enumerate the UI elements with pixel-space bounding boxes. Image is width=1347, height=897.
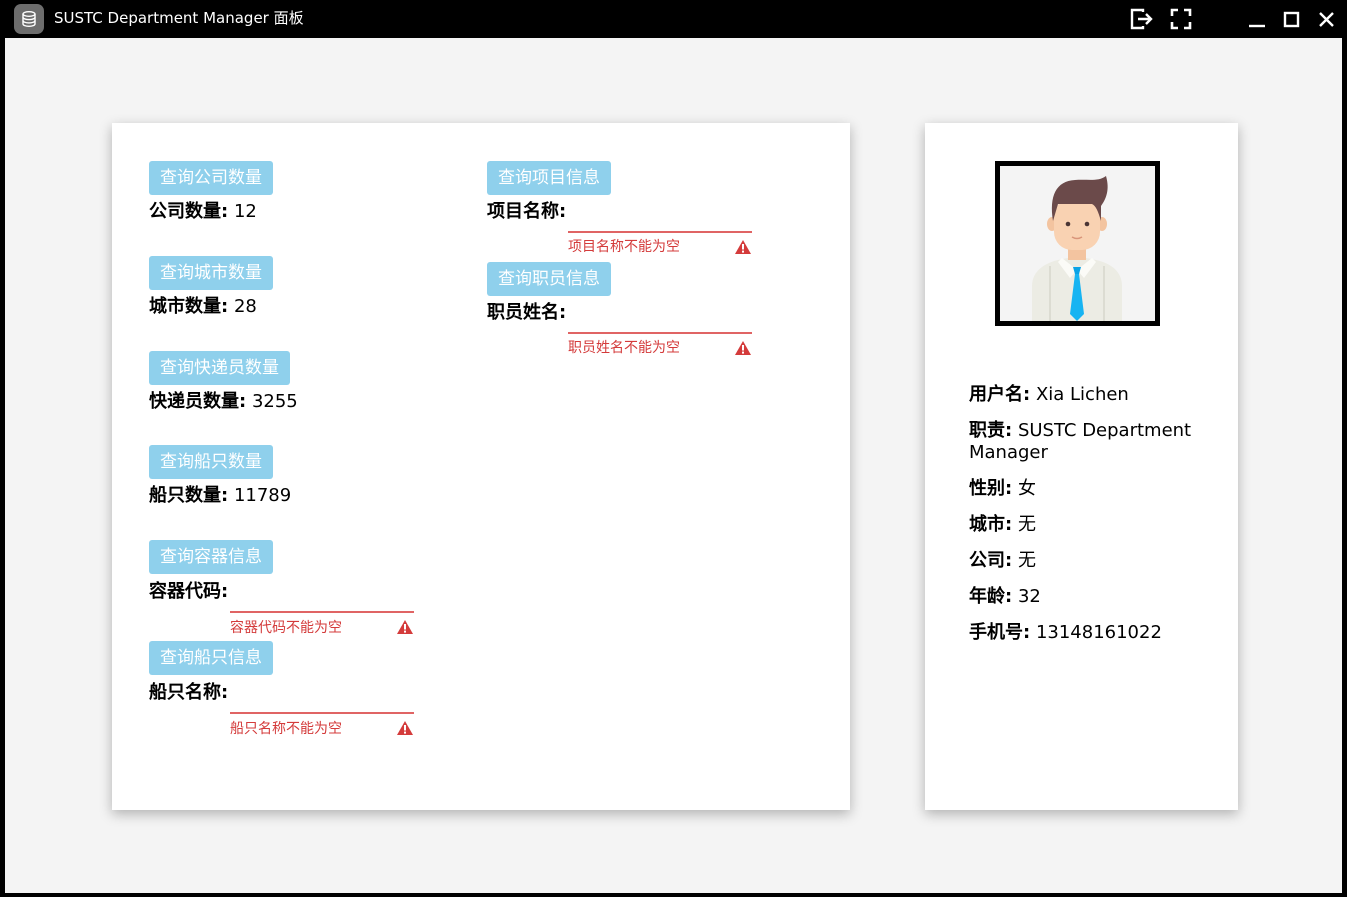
logout-icon bbox=[1130, 8, 1153, 30]
company-count-row: 公司数量: 12 bbox=[149, 201, 257, 223]
warning-icon bbox=[735, 240, 751, 254]
ship-name-label: 船只名称: bbox=[149, 682, 229, 703]
minimize-icon bbox=[1249, 24, 1265, 28]
query-container-info-button[interactable]: 查询容器信息 bbox=[149, 540, 273, 574]
item-name-label: 项目名称: bbox=[487, 201, 567, 222]
courier-count-value: 3255 bbox=[251, 391, 298, 412]
item-name-error: 项目名称不能为空 bbox=[568, 239, 680, 255]
query-ship-count-button[interactable]: 查询船只数量 bbox=[149, 445, 273, 479]
staff-name-error: 职员姓名不能为空 bbox=[568, 340, 680, 356]
city-count-row: 城市数量: 28 bbox=[149, 296, 257, 318]
close-icon bbox=[1319, 12, 1334, 27]
close-button[interactable] bbox=[1313, 6, 1339, 32]
container-code-error: 容器代码不能为空 bbox=[230, 620, 342, 636]
city-count-value: 28 bbox=[233, 296, 257, 317]
title-bar: SUSTC Department Manager 面板 bbox=[0, 0, 1347, 38]
ship-name-field[interactable] bbox=[230, 686, 414, 714]
query-city-count-button[interactable]: 查询城市数量 bbox=[149, 256, 273, 290]
avatar bbox=[995, 161, 1160, 326]
profile-company: 公司: 无 bbox=[969, 550, 1036, 571]
ship-count-row: 船只数量: 11789 bbox=[149, 485, 291, 507]
ship-count-label: 船只数量: bbox=[149, 485, 229, 506]
minimize-button[interactable] bbox=[1244, 6, 1270, 32]
query-courier-count-button[interactable]: 查询快递员数量 bbox=[149, 351, 290, 385]
item-name-input[interactable] bbox=[568, 205, 752, 229]
ship-count-value: 11789 bbox=[233, 485, 292, 506]
warning-icon bbox=[735, 341, 751, 355]
client-area: 查询公司数量 公司数量: 12 查询城市数量 城市数量: 28 查询快递员数量 … bbox=[5, 38, 1342, 893]
profile-gender: 性别: 女 bbox=[969, 478, 1036, 499]
database-icon bbox=[14, 4, 44, 34]
company-count-label: 公司数量: bbox=[149, 201, 229, 222]
staff-name-label: 职员姓名: bbox=[487, 302, 567, 323]
logout-button[interactable] bbox=[1128, 6, 1154, 32]
fullscreen-button[interactable] bbox=[1168, 6, 1194, 32]
courier-count-row: 快递员数量: 3255 bbox=[149, 391, 298, 413]
query-ship-info-button[interactable]: 查询船只信息 bbox=[149, 641, 273, 675]
container-code-field[interactable] bbox=[230, 585, 414, 613]
company-count-value: 12 bbox=[233, 201, 257, 222]
courier-count-label: 快递员数量: bbox=[149, 391, 247, 412]
profile-city: 城市: 无 bbox=[969, 514, 1036, 535]
window-title: SUSTC Department Manager 面板 bbox=[54, 9, 304, 27]
container-code-label: 容器代码: bbox=[149, 581, 229, 602]
maximize-icon bbox=[1283, 11, 1300, 28]
profile-username: 用户名: Xia Lichen bbox=[969, 384, 1129, 405]
profile-role: 职责: SUSTC Department Manager bbox=[969, 420, 1192, 463]
staff-name-input[interactable] bbox=[568, 306, 752, 330]
query-company-count-button[interactable]: 查询公司数量 bbox=[149, 161, 273, 195]
profile-panel: 用户名: Xia Lichen 职责: SUSTC Department Man… bbox=[925, 123, 1238, 810]
ship-name-input[interactable] bbox=[230, 686, 414, 710]
query-item-info-button[interactable]: 查询项目信息 bbox=[487, 161, 611, 195]
warning-icon bbox=[397, 721, 413, 735]
profile-phone: 手机号: 13148161022 bbox=[969, 622, 1162, 643]
item-name-field[interactable] bbox=[568, 205, 752, 233]
fullscreen-icon bbox=[1170, 8, 1192, 30]
container-code-input[interactable] bbox=[230, 585, 414, 609]
staff-name-field[interactable] bbox=[568, 306, 752, 334]
ship-name-error: 船只名称不能为空 bbox=[230, 721, 342, 737]
query-panel: 查询公司数量 公司数量: 12 查询城市数量 城市数量: 28 查询快递员数量 … bbox=[112, 123, 850, 810]
maximize-button[interactable] bbox=[1278, 6, 1304, 32]
warning-icon bbox=[397, 620, 413, 634]
city-count-label: 城市数量: bbox=[149, 296, 229, 317]
query-staff-info-button[interactable]: 查询职员信息 bbox=[487, 262, 611, 296]
avatar-icon bbox=[1000, 166, 1155, 321]
profile-age: 年龄: 32 bbox=[969, 586, 1041, 607]
